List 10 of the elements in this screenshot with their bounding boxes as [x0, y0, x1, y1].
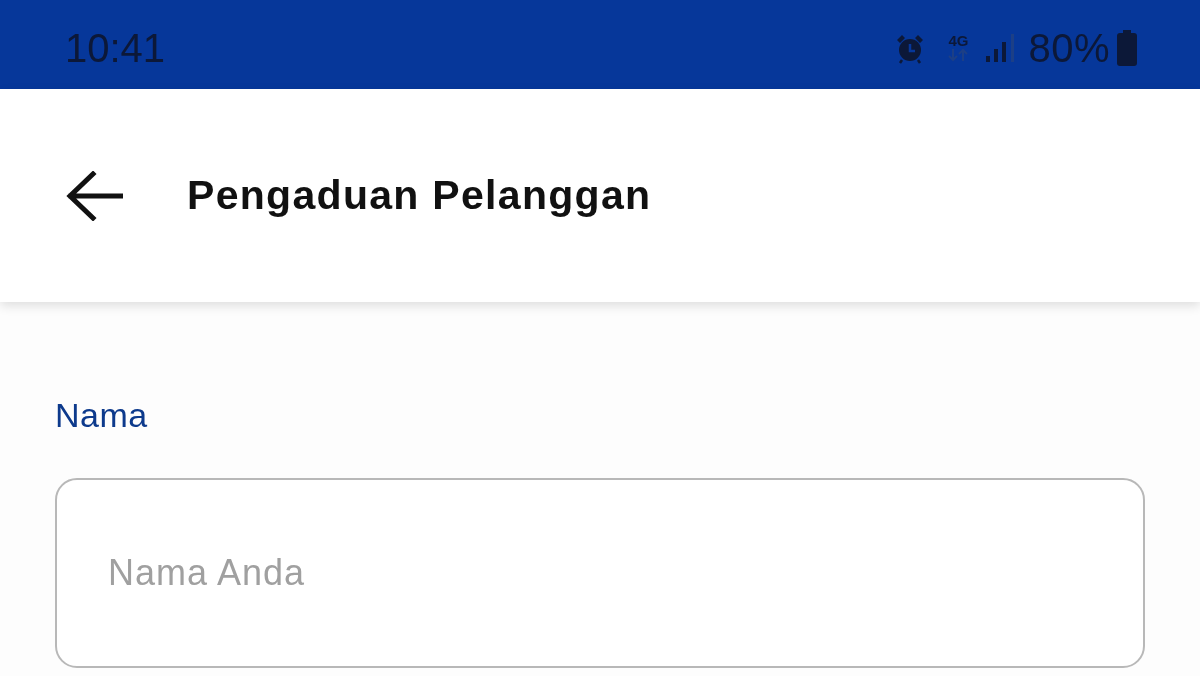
network-type-label: 4G: [948, 33, 969, 48]
name-input-field[interactable]: Nama Anda: [55, 478, 1145, 668]
battery-percentage: 80%: [1028, 25, 1110, 70]
signal-bars-icon: [984, 33, 1017, 62]
back-button[interactable]: [65, 170, 123, 221]
back-arrow-icon: [65, 170, 123, 221]
page-title: Pengaduan Pelanggan: [187, 172, 652, 219]
field-label: Nama: [55, 395, 149, 435]
clock-time: 10:41: [65, 25, 166, 70]
battery-icon: [1116, 29, 1138, 66]
